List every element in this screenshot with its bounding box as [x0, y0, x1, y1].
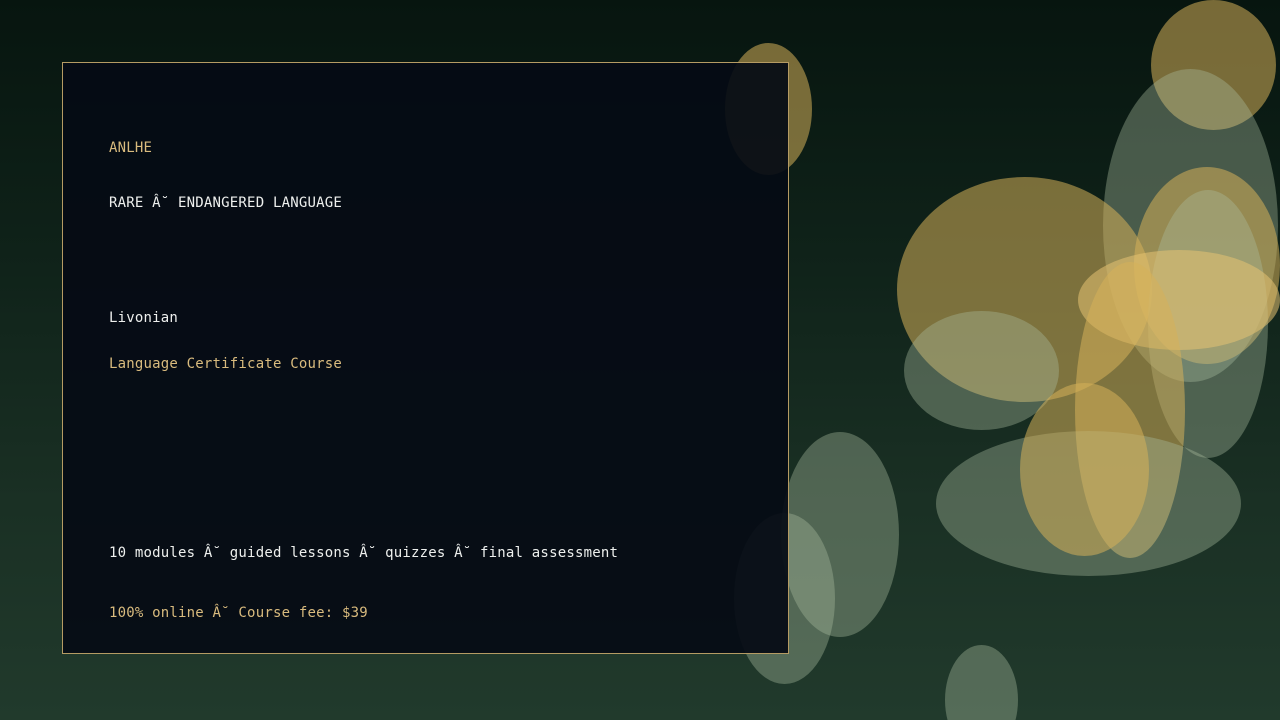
course-details: 10 modules Â˘ guided lessons Â˘ quizzes … [109, 545, 619, 561]
course-card: ANLHE RARE Â˘ ENDANGERED LANGUAGE Livoni… [62, 62, 789, 654]
bokeh-circle [1020, 383, 1149, 556]
bokeh-circle [945, 645, 1018, 720]
brand-name: ANLHE [109, 140, 153, 156]
tagline: RARE Â˘ ENDANGERED LANGUAGE [109, 195, 342, 211]
course-title: Language Certificate Course [109, 356, 342, 372]
language-name: Livonian [109, 310, 179, 326]
course-pricing: 100% online Â˘ Course fee: $39 [109, 605, 368, 621]
